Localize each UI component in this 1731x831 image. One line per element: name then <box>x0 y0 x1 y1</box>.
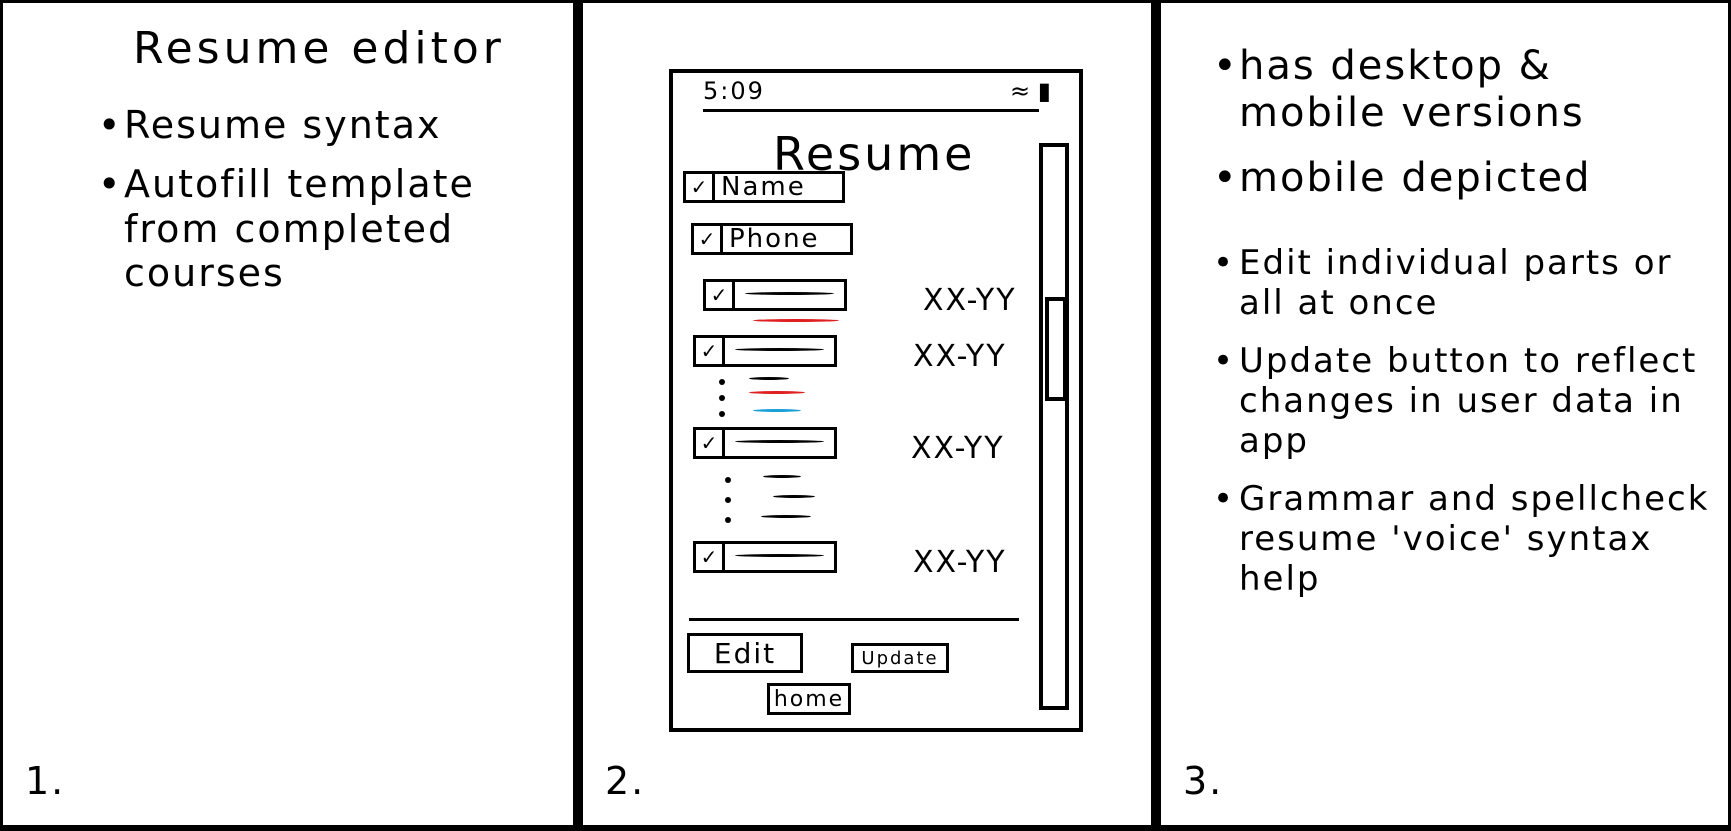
bullet-line <box>761 515 811 518</box>
panel-2: 5:09 ≈ ▮ Resume ✓ Name ✓ Phone ✓ XX-YY ✓ <box>583 3 1151 825</box>
bullet-line <box>763 475 801 478</box>
bullet-line <box>749 377 789 380</box>
note-desktop-mobile: has desktop & mobile versions <box>1213 43 1713 137</box>
wifi-icon: ≈ <box>1010 77 1031 105</box>
note-update-button: Update button to reflect changes in user… <box>1213 341 1713 461</box>
entry-1-field[interactable] <box>735 279 847 311</box>
spelling-underline <box>753 319 839 322</box>
panel-1: Resume editor Resume syntax Autofill tem… <box>3 3 573 825</box>
name-checkbox[interactable]: ✓ <box>683 171 715 203</box>
bullet-dot <box>719 395 725 401</box>
panel-2-number: 2. <box>605 759 646 803</box>
home-button[interactable]: home <box>767 683 851 715</box>
entry-2-row: ✓ <box>693 335 837 367</box>
battery-icon: ▮ <box>1037 77 1051 105</box>
note-resume-syntax: Resume syntax <box>98 103 518 148</box>
bullet-dot <box>719 411 725 417</box>
name-row: ✓ Name <box>683 171 845 203</box>
scrollbar-thumb[interactable] <box>1045 297 1067 401</box>
name-field[interactable]: Name <box>715 171 845 203</box>
entry-2-range: XX-YY <box>913 339 1007 374</box>
panel-1-title: Resume editor <box>133 23 505 74</box>
note-mobile-depicted: mobile depicted <box>1213 155 1713 202</box>
update-button[interactable]: Update <box>851 643 949 673</box>
entry-2-checkbox[interactable]: ✓ <box>693 335 725 367</box>
entry-1-checkbox[interactable]: ✓ <box>703 279 735 311</box>
scrollbar[interactable] <box>1039 143 1069 710</box>
status-icons: ≈ ▮ <box>1010 77 1051 105</box>
bullet-line <box>773 495 815 498</box>
spelling-underline <box>749 391 805 394</box>
grammar-underline <box>753 409 801 412</box>
phone-field[interactable]: Phone <box>723 223 853 255</box>
note-grammar-spellcheck: Grammar and spellcheck resume 'voice' sy… <box>1213 479 1713 599</box>
entry-1-row: ✓ <box>703 279 847 311</box>
status-bar-divider <box>703 109 1039 112</box>
entry-4-range: XX-YY <box>913 545 1007 580</box>
entry-4-checkbox[interactable]: ✓ <box>693 541 725 573</box>
entry-1-range: XX-YY <box>923 283 1017 318</box>
note-autofill-template: Autofill template from completed courses <box>98 162 518 296</box>
note-edit-parts: Edit individual parts or all at once <box>1213 243 1713 323</box>
phone-checkbox[interactable]: ✓ <box>691 223 723 255</box>
bullet-dot <box>719 379 725 385</box>
entry-3-range: XX-YY <box>911 431 1005 466</box>
entry-3-row: ✓ <box>693 427 837 459</box>
entry-4-row: ✓ <box>693 541 837 573</box>
content-divider <box>689 618 1019 621</box>
panel-3-number: 3. <box>1183 759 1224 803</box>
panel-3: has desktop & mobile versions mobile dep… <box>1161 3 1728 825</box>
entry-3-field[interactable] <box>725 427 837 459</box>
entry-4-field[interactable] <box>725 541 837 573</box>
bullet-dot <box>725 497 731 503</box>
phone-mockup: 5:09 ≈ ▮ Resume ✓ Name ✓ Phone ✓ XX-YY ✓ <box>669 69 1083 732</box>
panel-1-notes: Resume syntax Autofill template from com… <box>98 103 518 310</box>
edit-button[interactable]: Edit <box>687 633 803 673</box>
status-time: 5:09 <box>703 77 765 105</box>
bullet-dot <box>725 477 731 483</box>
phone-row: ✓ Phone <box>691 223 853 255</box>
panel-3-notes: has desktop & mobile versions mobile dep… <box>1213 43 1713 617</box>
panel-1-number: 1. <box>25 759 66 803</box>
entry-2-field[interactable] <box>725 335 837 367</box>
entry-3-checkbox[interactable]: ✓ <box>693 427 725 459</box>
bullet-dot <box>725 517 731 523</box>
